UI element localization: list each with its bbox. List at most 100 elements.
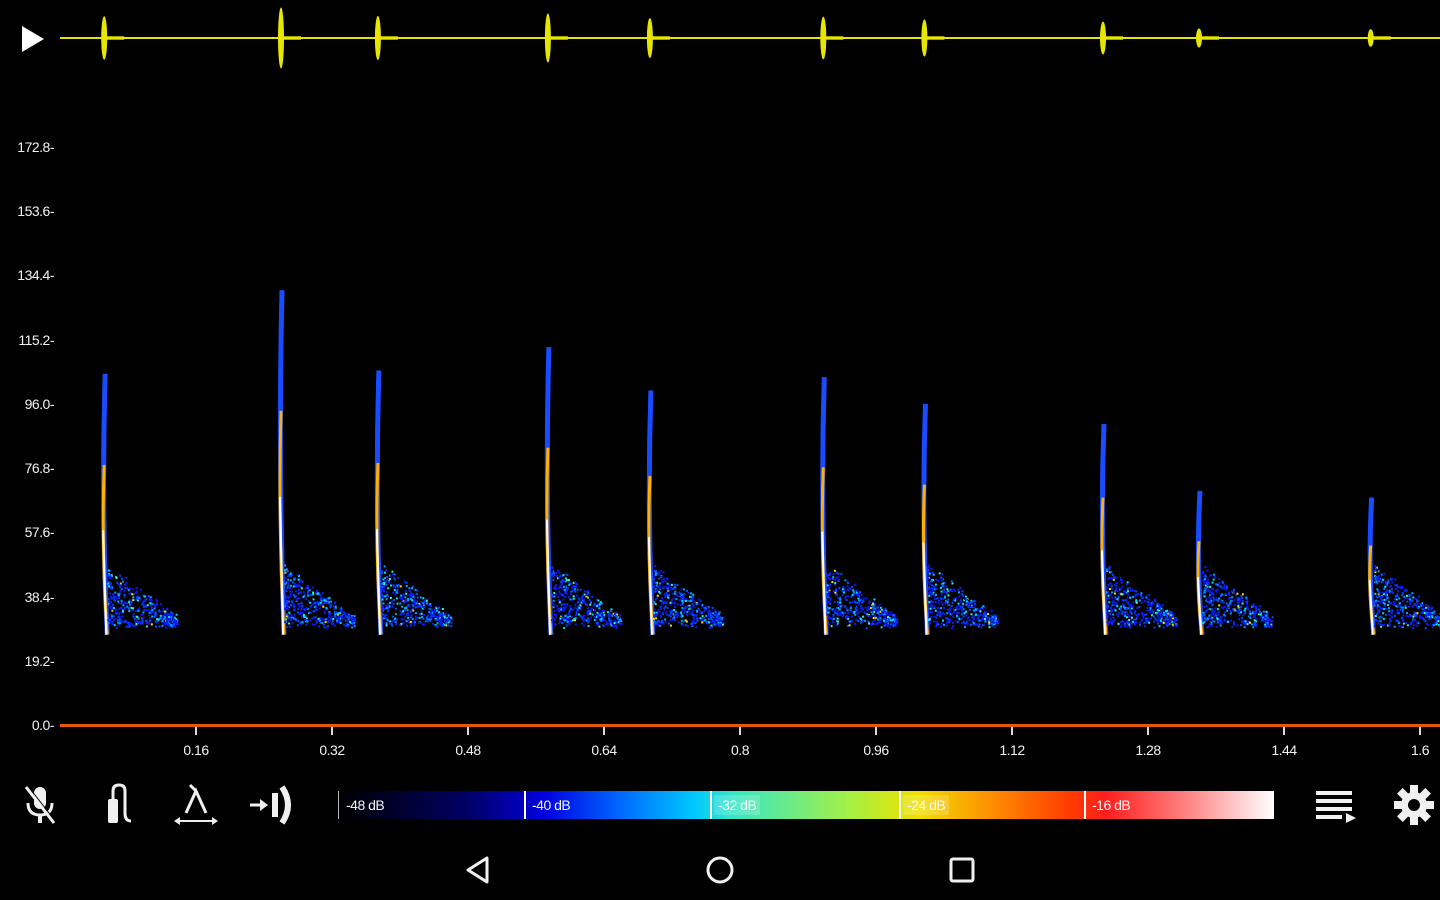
spectral-pixel bbox=[111, 593, 114, 596]
intensity-colorbar[interactable]: -48 dB -40 dB -32 dB -24 dB -16 dB bbox=[338, 791, 1274, 819]
recents-button[interactable] bbox=[940, 848, 984, 892]
spectral-pixel bbox=[859, 607, 862, 610]
spectral-pixel bbox=[962, 594, 965, 597]
spectral-pixel bbox=[110, 595, 112, 598]
spectral-pixel bbox=[131, 593, 134, 596]
playlist-button[interactable] bbox=[1310, 779, 1362, 831]
spectral-pixel bbox=[939, 596, 942, 599]
spectral-pixel bbox=[977, 616, 980, 619]
spectral-pixel bbox=[670, 611, 672, 614]
spectral-pixel bbox=[1107, 597, 1110, 600]
spectral-pixel bbox=[826, 614, 829, 616]
trigger-button[interactable] bbox=[92, 779, 144, 831]
spectral-pixel bbox=[392, 615, 394, 618]
spectral-pixel bbox=[873, 619, 875, 622]
spectral-pixel bbox=[975, 613, 977, 616]
spectral-pixel bbox=[1212, 600, 1215, 603]
spectral-pixel bbox=[833, 609, 836, 612]
spectral-pixel bbox=[1210, 608, 1213, 611]
spectral-pixel bbox=[1213, 614, 1216, 617]
spectral-pixel bbox=[573, 617, 576, 620]
spectral-pixel bbox=[826, 584, 829, 587]
spectral-pixel bbox=[839, 598, 842, 601]
spectral-pixel bbox=[945, 621, 948, 624]
time-tick-label: 0.96 bbox=[863, 742, 889, 758]
spectral-pixel bbox=[322, 597, 325, 600]
spectral-pixel bbox=[929, 622, 932, 625]
spectral-pixel bbox=[296, 585, 298, 588]
play-button[interactable] bbox=[14, 22, 48, 56]
spectral-pixel bbox=[691, 603, 694, 606]
spectral-pixel bbox=[396, 591, 399, 594]
spectral-pixel bbox=[107, 569, 110, 572]
spectral-pixel bbox=[889, 619, 892, 622]
spectral-pixel bbox=[1221, 593, 1224, 596]
back-button[interactable] bbox=[456, 848, 500, 892]
spectral-pixel bbox=[1383, 623, 1386, 626]
spectral-pixel bbox=[1399, 606, 1402, 609]
spectral-pixel bbox=[832, 576, 835, 579]
spectral-pixel bbox=[716, 615, 719, 618]
spectral-pixel bbox=[383, 615, 386, 618]
spectral-pixel bbox=[125, 606, 128, 609]
settings-button[interactable] bbox=[1388, 779, 1440, 831]
spectral-pixel bbox=[563, 627, 566, 629]
spectral-pixel bbox=[323, 626, 325, 629]
spectral-pixel bbox=[676, 603, 679, 606]
spectral-pixel bbox=[307, 594, 310, 597]
spectral-pixel bbox=[834, 611, 837, 614]
spectral-pixel bbox=[836, 622, 839, 625]
spectral-pixel bbox=[1145, 613, 1148, 616]
waveform-plot[interactable] bbox=[60, 0, 1440, 80]
spectral-pixel bbox=[294, 590, 297, 593]
spectral-pixel bbox=[563, 589, 566, 592]
spectral-pixel bbox=[321, 592, 324, 595]
spectral-pixel bbox=[676, 583, 679, 586]
spectral-pixel bbox=[325, 607, 328, 610]
mic-toggle-button[interactable] bbox=[14, 779, 66, 831]
back-triangle-icon bbox=[466, 856, 489, 884]
spectral-pixel bbox=[1406, 612, 1409, 614]
zoom-fit-button[interactable] bbox=[246, 779, 298, 831]
spectral-pixel bbox=[877, 606, 879, 609]
spectral-pixel bbox=[1162, 626, 1165, 629]
spectral-pixel bbox=[147, 622, 150, 625]
spectral-pixel bbox=[857, 611, 860, 614]
spectral-pixel bbox=[450, 617, 453, 620]
spectral-pixel bbox=[1109, 582, 1112, 585]
spectral-pixel bbox=[961, 609, 964, 612]
spectral-pixel bbox=[148, 614, 151, 617]
home-button[interactable] bbox=[698, 848, 742, 892]
spectral-pixel bbox=[324, 627, 327, 629]
spectral-pixel bbox=[328, 615, 330, 618]
time-tick bbox=[875, 727, 877, 735]
spectral-pixel bbox=[290, 574, 292, 577]
spectral-pixel bbox=[1117, 615, 1120, 618]
spectral-pixel bbox=[714, 611, 717, 613]
spectral-pixel bbox=[1206, 569, 1209, 572]
spectral-pixel bbox=[1111, 621, 1114, 624]
spectral-pixel bbox=[1226, 609, 1229, 612]
spectral-pixel bbox=[958, 591, 960, 594]
spectral-pixel bbox=[696, 619, 699, 622]
spectrogram[interactable] bbox=[60, 100, 1440, 730]
spectral-pixel bbox=[613, 624, 616, 627]
spectral-pixel bbox=[598, 625, 601, 628]
spectral-pixel bbox=[1109, 617, 1112, 620]
spectral-pixel bbox=[881, 613, 884, 616]
spectral-pixel bbox=[600, 602, 603, 605]
spectral-pixel bbox=[389, 597, 392, 599]
spectral-pixel bbox=[659, 624, 662, 627]
spectral-pixel bbox=[1259, 613, 1262, 616]
spectral-pixel bbox=[864, 619, 867, 622]
spectral-pixel bbox=[1373, 625, 1376, 628]
spectral-pixel bbox=[417, 604, 420, 607]
spectral-pixel bbox=[582, 620, 585, 623]
spectral-pixel bbox=[1135, 599, 1138, 602]
spectral-pixel bbox=[686, 614, 689, 617]
measure-button[interactable] bbox=[170, 779, 222, 831]
spectral-pixel bbox=[1404, 597, 1407, 600]
spectral-pixel bbox=[129, 599, 132, 602]
spectral-pixel bbox=[1377, 600, 1380, 603]
spectral-pixel bbox=[829, 616, 832, 619]
